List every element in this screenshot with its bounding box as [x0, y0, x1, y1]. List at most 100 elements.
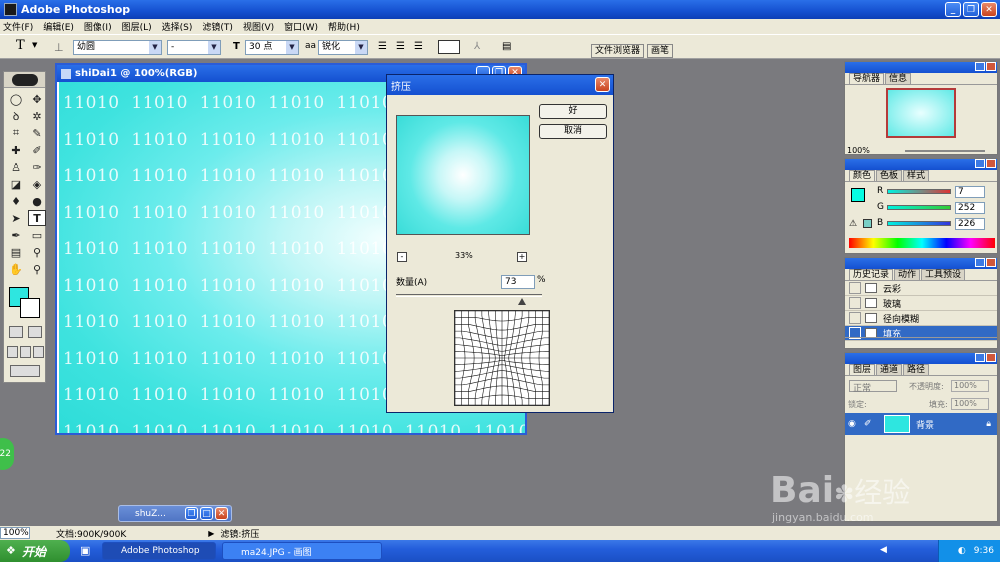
channel-slider[interactable]: [887, 189, 951, 194]
channel-slider[interactable]: [887, 205, 951, 210]
background-color-swatch[interactable]: [20, 298, 40, 318]
blend-mode-select[interactable]: 正常: [849, 380, 897, 394]
tab-paths[interactable]: 路径: [903, 364, 930, 375]
crop-tool-icon[interactable]: ⌗: [7, 125, 25, 141]
menu-image[interactable]: 图像(I): [84, 20, 112, 33]
brush-icon[interactable]: ✐: [864, 419, 878, 429]
menu-layer[interactable]: 图层(L): [122, 20, 152, 33]
font-style-select[interactable]: - ▼: [167, 40, 221, 55]
panel-minimize-button[interactable]: [975, 353, 985, 362]
task-paint[interactable]: ma24.JPG - 画图: [222, 542, 382, 560]
clone-stamp-icon[interactable]: ♙: [7, 159, 25, 175]
gamut-swatch[interactable]: [863, 219, 872, 228]
tab-info[interactable]: 信息: [885, 73, 912, 84]
tab-styles[interactable]: 样式: [903, 170, 930, 181]
hand-tool-icon[interactable]: ✋: [7, 261, 25, 277]
warp-text-icon[interactable]: ⅄: [474, 41, 480, 52]
zoom-tool-icon[interactable]: ⚲: [28, 261, 46, 277]
screen-mode-standard-icon[interactable]: [7, 346, 18, 358]
standard-mode-icon[interactable]: [9, 326, 23, 338]
layer-row-background[interactable]: ◉ ✐ 背景 🔒︎: [845, 413, 997, 435]
mini-restore-button[interactable]: ❐: [185, 507, 198, 520]
side-badge[interactable]: 22: [0, 438, 14, 470]
opacity-input[interactable]: 100%: [951, 380, 989, 392]
quickmask-mode-icon[interactable]: [28, 326, 42, 338]
cancel-button[interactable]: 取消: [539, 124, 607, 139]
navigator-thumbnail[interactable]: [886, 88, 956, 138]
filter-preview[interactable]: [396, 115, 530, 235]
text-color-swatch[interactable]: [438, 40, 460, 54]
gamut-warning-icon[interactable]: ⚠: [849, 219, 857, 229]
zoom-out-button[interactable]: -: [397, 252, 407, 262]
history-item[interactable]: 径向模糊: [845, 311, 997, 326]
menu-edit[interactable]: 编辑(E): [43, 20, 74, 33]
blur-tool-icon[interactable]: ♦: [7, 193, 25, 209]
channel-value-input[interactable]: 252: [955, 202, 985, 214]
tray-expand-icon[interactable]: ◀: [880, 545, 887, 555]
jump-to-imageready-icon[interactable]: [10, 365, 40, 377]
text-orientation-icon[interactable]: ⊥: [54, 41, 64, 54]
history-item[interactable]: 云彩: [845, 281, 997, 296]
channel-value-input[interactable]: 7: [955, 186, 985, 198]
healing-brush-icon[interactable]: ✚: [7, 142, 25, 158]
panel-minimize-button[interactable]: [975, 258, 985, 267]
panel-close-button[interactable]: [986, 159, 996, 168]
paint-bucket-icon[interactable]: ◈: [28, 176, 46, 192]
restore-button[interactable]: ❐: [963, 2, 979, 17]
font-size-select[interactable]: 30 点 ▼: [245, 40, 299, 55]
font-family-select[interactable]: 幼圆 ▼: [73, 40, 162, 55]
pen-tool-icon[interactable]: ✒: [7, 227, 25, 243]
channel-slider[interactable]: [887, 221, 951, 226]
dialog-close-button[interactable]: ✕: [595, 77, 610, 92]
eraser-tool-icon[interactable]: ◪: [7, 176, 25, 192]
menu-select[interactable]: 选择(S): [162, 20, 193, 33]
path-select-icon[interactable]: ➤: [7, 210, 25, 226]
tab-file-browser[interactable]: 文件浏览器: [591, 44, 645, 58]
color-fg-swatch[interactable]: [851, 188, 865, 202]
panel-minimize-button[interactable]: [975, 159, 985, 168]
tab-swatches[interactable]: 色板: [876, 170, 903, 181]
align-right-icon[interactable]: ☰: [414, 41, 423, 52]
move-tool-icon[interactable]: ✥: [28, 91, 46, 107]
palettes-icon[interactable]: ▤: [502, 41, 511, 52]
ok-button[interactable]: 好: [539, 104, 607, 119]
shape-tool-icon[interactable]: ▭: [28, 227, 46, 243]
menu-file[interactable]: 文件(F): [3, 20, 33, 33]
tab-brushes[interactable]: 画笔: [647, 44, 674, 58]
show-desktop-icon[interactable]: ▣: [80, 544, 90, 557]
menu-window[interactable]: 窗口(W): [284, 20, 318, 33]
amount-input[interactable]: 73: [501, 275, 535, 289]
history-item[interactable]: 玻璃: [845, 296, 997, 311]
screen-mode-full-icon[interactable]: [33, 346, 44, 358]
type-tool-icon[interactable]: T: [16, 38, 25, 53]
notes-tool-icon[interactable]: ▤: [7, 244, 25, 260]
close-button[interactable]: ✕: [981, 2, 997, 17]
navigator-zoom-slider[interactable]: [905, 150, 985, 152]
mini-close-button[interactable]: ✕: [215, 507, 228, 520]
status-arrow-icon[interactable]: ▶: [208, 529, 214, 538]
tab-tool-presets[interactable]: 工具预设: [921, 269, 966, 280]
panel-close-button[interactable]: [986, 258, 996, 267]
tab-layers[interactable]: 图层: [849, 364, 876, 375]
align-center-icon[interactable]: ☰: [396, 41, 405, 52]
menu-help[interactable]: 帮助(H): [328, 20, 360, 33]
brush-tool-icon[interactable]: ✐: [28, 142, 46, 158]
adobe-eye-icon[interactable]: [11, 73, 38, 86]
lasso-tool-icon[interactable]: ꝺ: [7, 108, 25, 124]
tool-preset-arrow-icon[interactable]: ▼: [32, 41, 37, 49]
eyedropper-icon[interactable]: ⚲: [28, 244, 46, 260]
tab-navigator[interactable]: 导航器: [849, 73, 885, 84]
mini-maximize-button[interactable]: □: [200, 507, 213, 520]
tab-channels[interactable]: 通道: [876, 364, 903, 375]
panel-close-button[interactable]: [986, 62, 996, 71]
minimized-document[interactable]: shuZ... ❐ □ ✕: [118, 505, 232, 522]
eye-icon[interactable]: ◉: [848, 419, 862, 429]
type-tool-icon[interactable]: T: [28, 210, 46, 226]
dodge-tool-icon[interactable]: ●: [28, 193, 46, 209]
align-left-icon[interactable]: ☰: [378, 41, 387, 52]
menu-view[interactable]: 视图(V): [243, 20, 274, 33]
magic-wand-icon[interactable]: ✲: [28, 108, 46, 124]
antialias-select[interactable]: 锐化 ▼: [318, 40, 368, 55]
panel-minimize-button[interactable]: [975, 62, 985, 71]
task-photoshop[interactable]: Adobe Photoshop: [102, 542, 216, 560]
